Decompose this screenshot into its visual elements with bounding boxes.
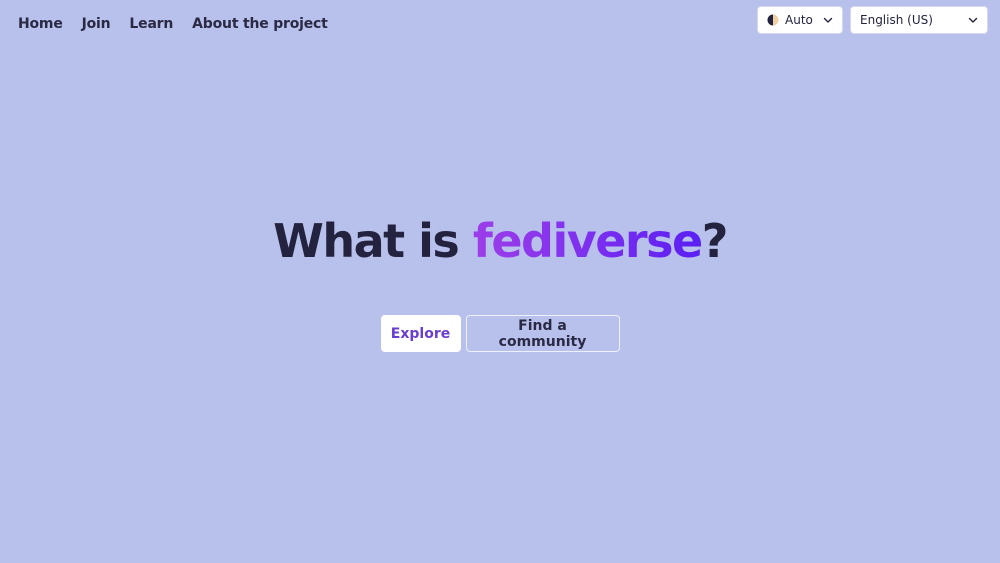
hero: What is fediverse?: [0, 212, 1000, 270]
chevron-down-icon: [968, 17, 978, 23]
explore-button[interactable]: Explore: [380, 315, 461, 352]
hero-actions: Explore Find a community: [0, 315, 1000, 352]
nav-join-link[interactable]: Join: [82, 16, 111, 32]
chevron-down-icon: [823, 17, 833, 23]
top-controls: Auto English (US): [757, 6, 988, 34]
theme-select[interactable]: Auto: [757, 6, 843, 34]
language-select[interactable]: English (US): [850, 6, 988, 34]
language-select-label: English (US): [860, 13, 933, 27]
nav-learn-link[interactable]: Learn: [129, 16, 173, 32]
find-community-button[interactable]: Find a community: [465, 315, 620, 352]
nav-about-link[interactable]: About the project: [192, 16, 328, 32]
hero-title-highlight: fediverse: [472, 214, 703, 268]
half-moon-icon: [767, 14, 779, 26]
hero-title-prefix: What is: [273, 214, 473, 268]
hero-title: What is fediverse?: [0, 212, 1000, 270]
theme-select-label: Auto: [785, 13, 813, 27]
hero-title-suffix: ?: [701, 214, 729, 268]
top-navigation: Home Join Learn About the project: [18, 16, 328, 32]
nav-home-link[interactable]: Home: [18, 16, 63, 32]
